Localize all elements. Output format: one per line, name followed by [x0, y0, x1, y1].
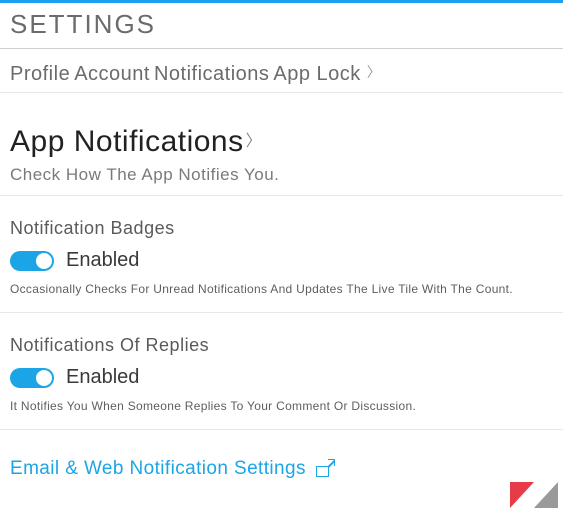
external-link-icon — [316, 461, 334, 477]
tab-account[interactable]: Account — [74, 63, 150, 86]
chevron-right-icon: 〉 — [246, 127, 263, 151]
tab-app-lock[interactable]: App Lock — [273, 63, 360, 86]
toggle-replies[interactable] — [10, 368, 54, 388]
header: SETTINGS — [0, 3, 563, 49]
email-web-settings-link[interactable]: Email & Web Notification Settings — [10, 458, 553, 480]
toggle-knob — [36, 253, 52, 269]
toggle-label-replies: Enabled — [66, 366, 139, 389]
hero-subtitle: Check How The App Notifies You. — [10, 165, 553, 185]
tab-profile[interactable]: Profile — [10, 63, 70, 86]
hero-title-row: App Notifications 〉 — [10, 125, 553, 159]
toggle-badges[interactable] — [10, 251, 54, 271]
brand-corner-icon — [510, 482, 558, 508]
page-title: SETTINGS — [10, 9, 553, 40]
hero-title: App Notifications — [10, 125, 244, 159]
toggle-row-replies: Enabled — [10, 366, 553, 389]
tab-notifications[interactable]: Notifications — [154, 63, 269, 86]
toggle-row-badges: Enabled — [10, 249, 553, 272]
hero: App Notifications 〉 Check How The App No… — [0, 93, 563, 196]
desc-replies: It Notifies You When Someone Replies To … — [10, 397, 553, 415]
desc-badges: Occasionally Checks For Unread Notificat… — [10, 280, 553, 298]
toggle-label-badges: Enabled — [66, 249, 139, 272]
link-section: Email & Web Notification Settings — [0, 430, 563, 490]
tabs-more-icon[interactable]: 〉 — [367, 62, 382, 82]
tabs-row: Profile Account Notifications App Lock 〉 — [0, 49, 563, 93]
toggle-knob — [36, 370, 52, 386]
section-title-badges: Notification Badges — [10, 218, 553, 239]
link-label: Email & Web Notification Settings — [10, 458, 306, 480]
section-title-replies: Notifications Of Replies — [10, 335, 553, 356]
section-notification-badges: Notification Badges Enabled Occasionally… — [0, 196, 563, 313]
section-notifications-replies: Notifications Of Replies Enabled It Noti… — [0, 313, 563, 430]
